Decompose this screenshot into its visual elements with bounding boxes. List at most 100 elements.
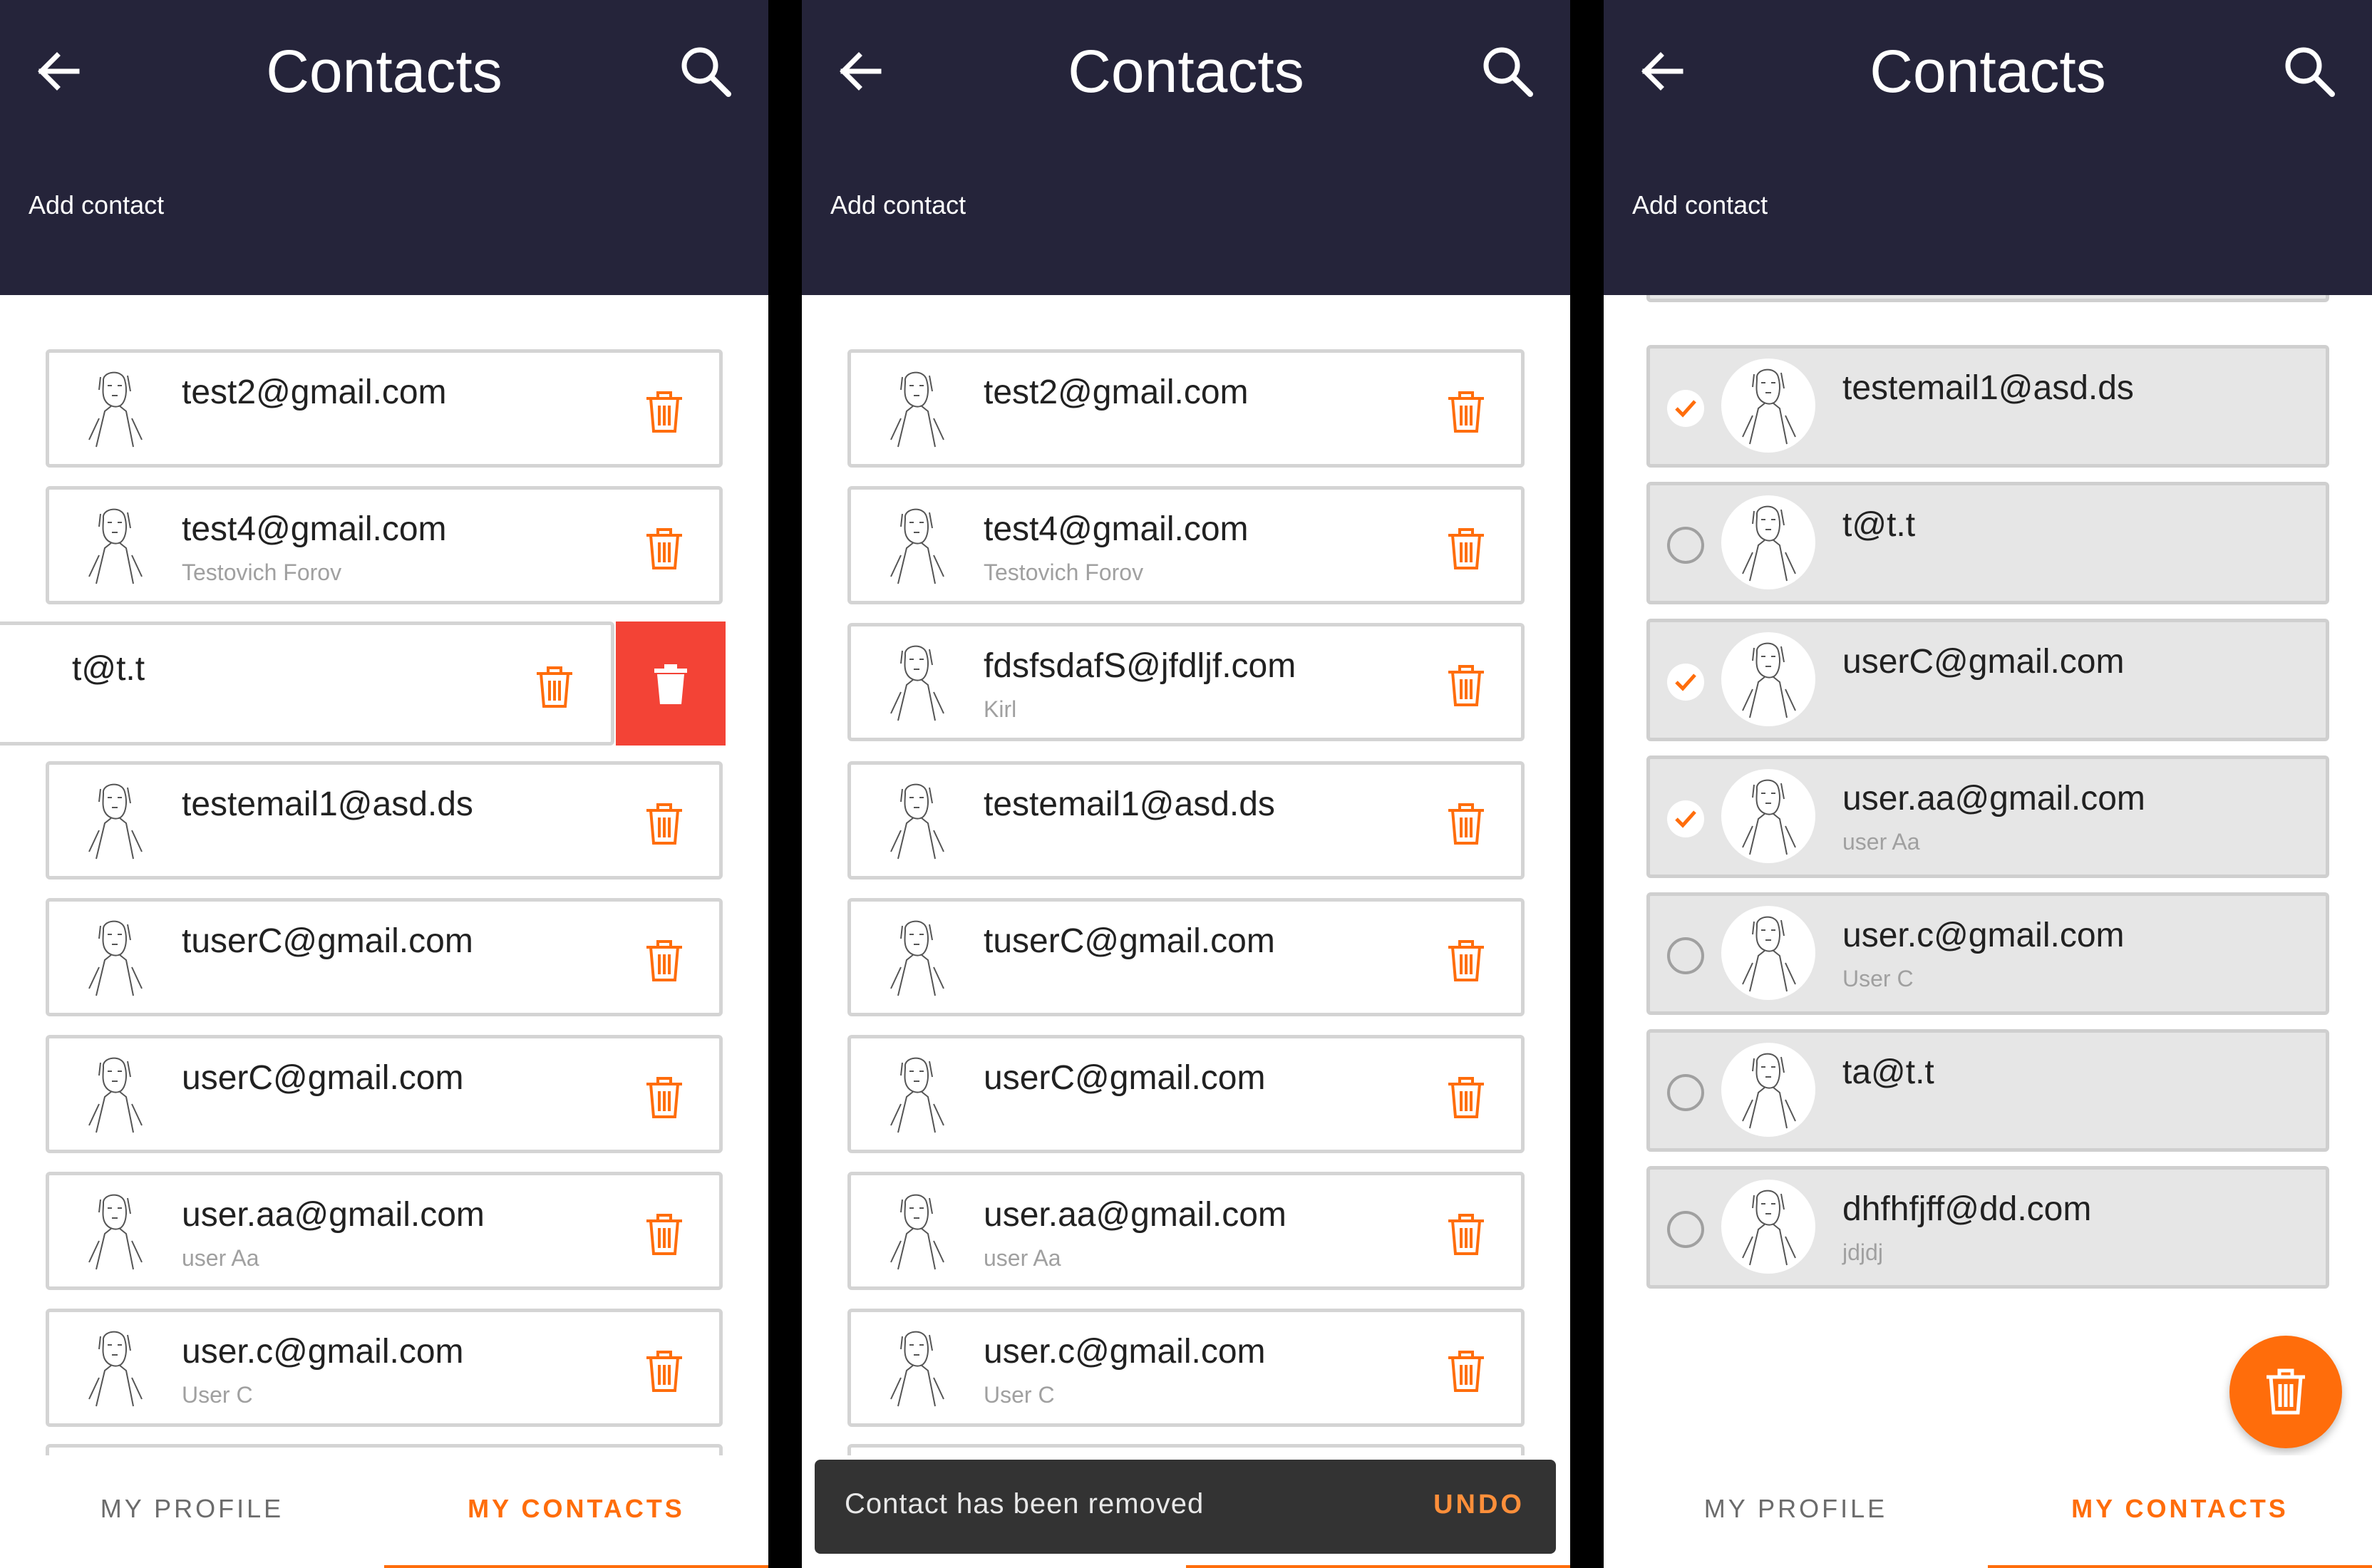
contact-card[interactable]: fdsfsdafS@jfdljf.com Kirl bbox=[847, 623, 1525, 741]
selectable-contact-card[interactable]: ta@t.t bbox=[1646, 1029, 2329, 1152]
page-title: Contacts bbox=[1870, 38, 2106, 105]
trash-icon[interactable] bbox=[1444, 1348, 1488, 1393]
search-icon bbox=[681, 47, 731, 97]
contact-card[interactable]: tuserC@gmail.com bbox=[847, 898, 1525, 1016]
contact-card[interactable]: tuserC@gmail.com bbox=[46, 898, 723, 1016]
contact-card[interactable]: t@t.t bbox=[0, 621, 614, 746]
undo-button[interactable]: UNDO bbox=[1433, 1490, 1525, 1520]
avatar bbox=[1721, 906, 1815, 1000]
contact-card[interactable]: test4@gmail.com Testovich Forov bbox=[46, 486, 723, 604]
selectable-contact-card[interactable]: userC@gmail.com bbox=[1646, 619, 2329, 741]
checkbox-unchecked[interactable] bbox=[1667, 1074, 1704, 1111]
contact-card[interactable]: testemail1@asd.ds bbox=[46, 761, 723, 880]
tab-indicator bbox=[1186, 1565, 1570, 1568]
tab-my-profile[interactable]: MY PROFILE bbox=[0, 1455, 384, 1568]
avatar bbox=[88, 371, 143, 448]
avatar bbox=[1721, 495, 1815, 589]
avatar bbox=[890, 371, 944, 448]
avatar bbox=[88, 508, 143, 584]
contact-card[interactable]: user.c@gmail.com User C bbox=[46, 1309, 723, 1427]
trash-icon[interactable] bbox=[642, 1074, 686, 1120]
page-title: Contacts bbox=[1068, 38, 1304, 105]
swiped-contact-row[interactable]: t@t.t bbox=[0, 621, 768, 746]
search-button[interactable] bbox=[676, 41, 736, 101]
check-icon bbox=[1675, 810, 1696, 828]
add-contact-link[interactable]: Add contact bbox=[830, 184, 966, 227]
contact-card[interactable]: test2@gmail.com bbox=[46, 349, 723, 468]
contact-email: test4@gmail.com bbox=[984, 510, 1249, 548]
snackbar-message: Contact has been removed bbox=[845, 1488, 1205, 1520]
add-contact-link[interactable]: Add contact bbox=[1632, 184, 1768, 227]
contact-card-partial[interactable] bbox=[46, 1444, 723, 1455]
contact-email: userC@gmail.com bbox=[1842, 643, 2125, 681]
trash-icon[interactable] bbox=[642, 1211, 686, 1257]
add-contact-link[interactable]: Add contact bbox=[29, 184, 164, 227]
avatar bbox=[88, 1331, 143, 1407]
tab-my-contacts[interactable]: MY CONTACTS bbox=[1988, 1455, 2372, 1568]
bottom-tabs: MY PROFILE MY CONTACTS bbox=[1604, 1455, 2372, 1568]
contact-email: user.aa@gmail.com bbox=[1842, 780, 2145, 817]
contact-email: t@t.t bbox=[72, 650, 145, 688]
contact-email: ta@t.t bbox=[1842, 1053, 1934, 1091]
contact-list[interactable]: testemail1@asd.ds t@t.t userC@gmail.com … bbox=[1604, 295, 2372, 1455]
contact-email: user.c@gmail.com bbox=[182, 1333, 464, 1371]
trash-icon[interactable] bbox=[642, 800, 686, 846]
contact-card-partial[interactable] bbox=[1646, 295, 2329, 302]
selectable-contact-card[interactable]: user.aa@gmail.com user Aa bbox=[1646, 755, 2329, 878]
contacts-screen-swipe: Contacts Add contact test2@gmail.com tes… bbox=[0, 0, 768, 1568]
tab-my-profile[interactable]: MY PROFILE bbox=[1604, 1455, 1988, 1568]
contact-email: tuserC@gmail.com bbox=[984, 922, 1275, 960]
selectable-contact-card[interactable]: testemail1@asd.ds bbox=[1646, 345, 2329, 468]
trash-icon[interactable] bbox=[642, 1348, 686, 1393]
checkbox-checked[interactable] bbox=[1667, 390, 1704, 427]
contact-email: dhfhfjff@dd.com bbox=[1842, 1190, 2092, 1228]
checkbox-unchecked[interactable] bbox=[1667, 527, 1704, 564]
avatar bbox=[88, 1194, 143, 1270]
contact-name: user Aa bbox=[984, 1245, 1061, 1271]
trash-icon[interactable] bbox=[1444, 1211, 1488, 1257]
contact-card[interactable]: userC@gmail.com bbox=[847, 1035, 1525, 1153]
search-button[interactable] bbox=[2279, 41, 2339, 101]
contact-email: t@t.t bbox=[1842, 506, 1916, 544]
trash-icon[interactable] bbox=[1444, 525, 1488, 571]
search-icon bbox=[2285, 47, 2335, 97]
checkbox-unchecked[interactable] bbox=[1667, 937, 1704, 974]
trash-icon[interactable] bbox=[1444, 1074, 1488, 1120]
contact-card[interactable]: userC@gmail.com bbox=[46, 1035, 723, 1153]
contact-card[interactable]: user.c@gmail.com User C bbox=[847, 1309, 1525, 1427]
avatar bbox=[1721, 632, 1815, 726]
checkbox-checked[interactable] bbox=[1667, 664, 1704, 701]
contact-card[interactable]: user.aa@gmail.com user Aa bbox=[847, 1172, 1525, 1290]
contact-email: user.aa@gmail.com bbox=[182, 1196, 485, 1234]
contact-list[interactable]: test2@gmail.com test4@gmail.com Testovic… bbox=[0, 295, 768, 1455]
selectable-contact-card[interactable]: t@t.t bbox=[1646, 482, 2329, 604]
trash-icon[interactable] bbox=[1444, 662, 1488, 708]
tab-my-contacts[interactable]: MY CONTACTS bbox=[384, 1455, 768, 1568]
selectable-contact-card[interactable]: dhfhfjff@dd.com jdjdj bbox=[1646, 1166, 2329, 1289]
trash-icon[interactable] bbox=[1444, 800, 1488, 846]
search-button[interactable] bbox=[1478, 41, 1537, 101]
swipe-delete-button[interactable] bbox=[616, 621, 726, 746]
contact-card[interactable]: user.aa@gmail.com user Aa bbox=[46, 1172, 723, 1290]
trash-icon[interactable] bbox=[1444, 388, 1488, 434]
contact-card[interactable]: test2@gmail.com bbox=[847, 349, 1525, 468]
contact-card[interactable]: testemail1@asd.ds bbox=[847, 761, 1525, 880]
avatar bbox=[1721, 1043, 1815, 1137]
contact-name: jdjdj bbox=[1842, 1239, 1883, 1265]
trash-icon[interactable] bbox=[1444, 937, 1488, 983]
contact-list[interactable]: test2@gmail.com test4@gmail.com Testovic… bbox=[802, 295, 1570, 1455]
trash-icon[interactable] bbox=[642, 525, 686, 571]
selectable-contact-card[interactable]: user.c@gmail.com User C bbox=[1646, 892, 2329, 1015]
contact-card[interactable]: test4@gmail.com Testovich Forov bbox=[847, 486, 1525, 604]
checkbox-checked[interactable] bbox=[1667, 800, 1704, 837]
trash-icon[interactable] bbox=[532, 664, 577, 709]
delete-selected-fab[interactable] bbox=[2229, 1336, 2342, 1448]
trash-icon[interactable] bbox=[642, 937, 686, 983]
contact-name: user Aa bbox=[182, 1245, 259, 1271]
contact-card-partial[interactable] bbox=[847, 1444, 1525, 1455]
trash-icon[interactable] bbox=[642, 388, 686, 434]
avatar bbox=[890, 1331, 944, 1407]
contact-email: testemail1@asd.ds bbox=[1842, 369, 2134, 407]
checkbox-unchecked[interactable] bbox=[1667, 1211, 1704, 1248]
contact-email: testemail1@asd.ds bbox=[182, 785, 473, 823]
